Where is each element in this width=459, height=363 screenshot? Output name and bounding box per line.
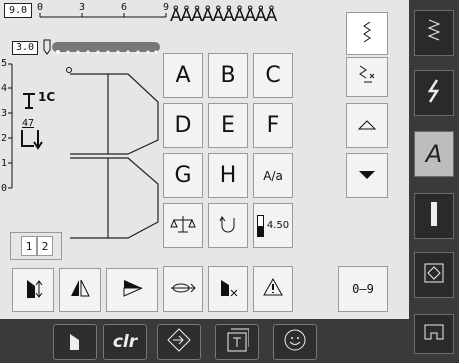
letter-b-button[interactable]: B bbox=[208, 53, 248, 98]
mirror-horizontal-icon bbox=[68, 276, 92, 304]
needle-icon bbox=[20, 90, 38, 110]
scroll-up-button[interactable] bbox=[346, 103, 388, 148]
setup-icon bbox=[423, 323, 445, 345]
setup-button[interactable] bbox=[414, 314, 454, 354]
stitch-length-value[interactable]: 3.0 bbox=[12, 41, 38, 55]
letter-e-button[interactable]: E bbox=[208, 103, 248, 148]
mirror-vertical-button[interactable] bbox=[12, 268, 54, 312]
width-tick-6: 6 bbox=[121, 2, 128, 13]
numbers-button[interactable]: 0–9 bbox=[338, 266, 388, 312]
mirror-vertical-icon bbox=[23, 276, 43, 304]
memory-file-icon bbox=[225, 327, 250, 357]
needle-position-bar[interactable] bbox=[52, 42, 160, 54]
length-tick-0: 0 bbox=[1, 183, 8, 194]
zigzag-stitch-icon bbox=[360, 20, 374, 48]
balance-icon bbox=[170, 214, 196, 238]
back-to-start-icon bbox=[218, 214, 238, 238]
buttonhole-icon bbox=[428, 200, 440, 232]
width-tick-9: 9 bbox=[163, 2, 170, 13]
alphabets-button[interactable]: A bbox=[414, 131, 454, 177]
presser-foot-icon bbox=[18, 128, 54, 152]
mirror-horizontal-button[interactable] bbox=[59, 268, 101, 312]
letter-c-button[interactable]: C bbox=[253, 53, 293, 98]
width-tick-0: 0 bbox=[37, 2, 44, 13]
stitch-width-value[interactable]: 9.0 bbox=[4, 3, 32, 18]
personal-program-icon bbox=[283, 328, 307, 356]
decorative-stitch-icon bbox=[427, 78, 441, 108]
pattern-end-button[interactable] bbox=[106, 268, 158, 312]
letter-h-button[interactable]: H bbox=[208, 153, 248, 198]
pattern-end-icon bbox=[120, 276, 144, 304]
utility-stitches-button[interactable] bbox=[414, 10, 454, 56]
tension-value: 4.50 bbox=[266, 220, 290, 231]
needle-stop-loop-icon bbox=[169, 280, 197, 299]
pattern-start-button[interactable] bbox=[346, 57, 388, 97]
width-tick-3: 3 bbox=[79, 2, 86, 13]
buttonholes-button[interactable] bbox=[414, 193, 454, 239]
back-to-start-button[interactable] bbox=[208, 203, 248, 248]
quilt-stitches-button[interactable] bbox=[414, 252, 454, 298]
width-scale bbox=[36, 2, 171, 26]
length-tick-5: 5 bbox=[1, 58, 8, 69]
pattern-start-icon bbox=[356, 64, 378, 90]
quilt-stitch-icon bbox=[423, 262, 445, 288]
length-tick-4: 4 bbox=[1, 83, 8, 94]
needle-stop-icon bbox=[67, 330, 83, 354]
decorative-stitches-button[interactable] bbox=[414, 70, 454, 116]
font-case-toggle-button[interactable]: A/a bbox=[253, 153, 293, 198]
balance-button[interactable] bbox=[163, 203, 203, 248]
length-tick-1: 1 bbox=[1, 158, 8, 169]
warning-icon bbox=[262, 277, 284, 301]
needle-label: 1C bbox=[38, 90, 56, 104]
letter-a-button[interactable]: A bbox=[163, 53, 203, 98]
utility-stitch-icon bbox=[425, 18, 443, 48]
warning-button[interactable] bbox=[253, 266, 293, 312]
cancel-width-button[interactable] bbox=[208, 266, 248, 312]
view-toggle-frame bbox=[10, 232, 62, 260]
scroll-down-button[interactable] bbox=[346, 153, 388, 198]
personal-program-button[interactable] bbox=[273, 324, 317, 360]
cancel-width-icon bbox=[217, 276, 239, 302]
letter-f-button[interactable]: F bbox=[253, 103, 293, 148]
font-case-label: A/a bbox=[263, 168, 283, 183]
stitch-selection-button[interactable] bbox=[346, 12, 388, 55]
arrow-up-icon bbox=[357, 116, 377, 135]
clear-button[interactable]: clr bbox=[103, 324, 147, 360]
clear-label: clr bbox=[112, 332, 138, 352]
memory-file-button[interactable] bbox=[215, 324, 259, 360]
length-scale bbox=[2, 58, 14, 193]
alphabet-icon: A bbox=[425, 140, 443, 168]
needle-stop-button[interactable] bbox=[53, 324, 97, 360]
length-tick-3: 3 bbox=[1, 108, 8, 119]
letter-d-button[interactable]: D bbox=[163, 103, 203, 148]
stitch-counter-button[interactable] bbox=[163, 266, 203, 312]
letter-g-button[interactable]: G bbox=[163, 153, 203, 198]
length-tick-2: 2 bbox=[1, 133, 8, 144]
tension-icon bbox=[256, 214, 264, 237]
thread-tension-button[interactable]: 4.50 bbox=[253, 203, 293, 248]
arrow-down-icon bbox=[357, 166, 377, 185]
stitch-preview bbox=[68, 72, 160, 242]
memory-arrow-icon bbox=[166, 327, 192, 357]
memory-button[interactable] bbox=[157, 324, 201, 360]
alphabet-title: ÅÅÅÅÅÅÅÅÅÅ bbox=[170, 6, 277, 26]
